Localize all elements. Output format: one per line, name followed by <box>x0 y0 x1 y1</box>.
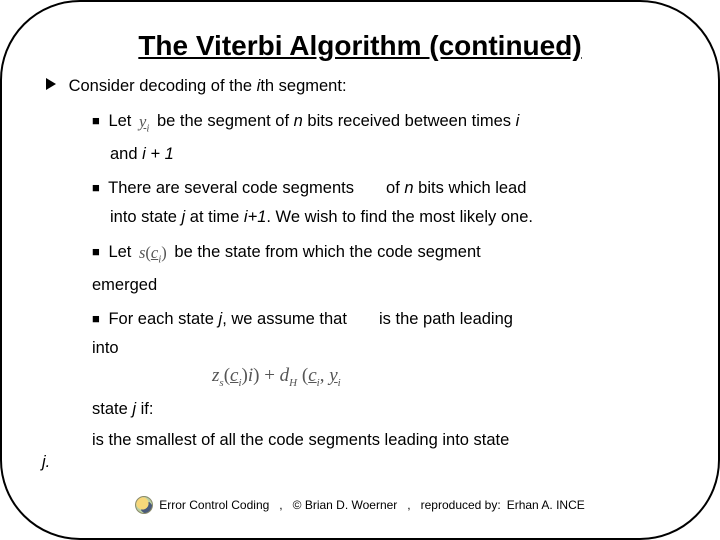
b1-pre: Let <box>108 112 136 130</box>
trailing-j: j. <box>42 452 674 473</box>
footer: Error Control Coding , © Brian D. Woerne… <box>2 496 718 514</box>
statej-pre: state <box>92 400 132 418</box>
footer-sep: , <box>407 498 410 512</box>
footer-b: © Brian D. Woerner <box>293 498 398 512</box>
b2-n: n <box>404 179 413 197</box>
last-pre: is the smallest of all the code segments… <box>92 431 509 449</box>
equation: zs(ci)i) + dH (ci, yi <box>212 364 674 391</box>
b2-post: bits which lead <box>414 179 527 197</box>
footer-c-name: Erhan A. INCE <box>507 498 585 512</box>
slide-title: The Viterbi Algorithm (continued) <box>46 30 674 62</box>
bullet-4: ■ For each state j, we assume that is th… <box>92 309 674 358</box>
b2-cont-pre: into state <box>110 208 182 226</box>
slide-body: Consider decoding of the ith segment: ■ … <box>46 76 674 473</box>
globe-icon <box>135 496 153 514</box>
b2-at: at time <box>185 208 244 226</box>
b2-cont: into state j at time i+1. We wish to fin… <box>110 207 674 228</box>
b1-n: n <box>294 112 303 130</box>
b1-symbol: yi <box>136 112 152 136</box>
b1-i: i <box>516 112 520 130</box>
square-bullet-icon: ■ <box>92 180 100 195</box>
footer-c-pre: reproduced by: <box>421 498 501 512</box>
b2-rest: . We wish to find the most likely one. <box>266 208 533 226</box>
state-j-line: state j if: <box>92 399 674 420</box>
square-bullet-icon: ■ <box>92 113 100 128</box>
lead-pre: Consider decoding of the <box>69 77 257 95</box>
square-bullet-icon: ■ <box>92 311 100 326</box>
b1-post: bits received between times <box>303 112 516 130</box>
footer-sep: , <box>279 498 282 512</box>
b2-ip1: i+1 <box>244 208 266 226</box>
slide-frame: The Viterbi Algorithm (continued) Consid… <box>0 0 720 540</box>
b3-emerged: emerged <box>92 275 674 296</box>
b2-pre: There are several code segments <box>108 179 354 197</box>
footer-a: Error Control Coding <box>159 498 269 512</box>
statej-post: if: <box>136 400 153 418</box>
b1-mid: be the segment of <box>157 112 294 130</box>
bullet-1: ■ Let yi be the segment of n bits receiv… <box>92 111 674 165</box>
b3-pre: Let <box>108 243 136 261</box>
b4-post: is the path leading <box>379 310 513 328</box>
b4-mid: , we assume that <box>222 310 351 328</box>
lead-post: th segment: <box>260 77 346 95</box>
b1-cont-expr: i + 1 <box>142 145 174 163</box>
triangle-bullet-icon <box>46 78 56 90</box>
b1-cont-pre: and <box>110 145 142 163</box>
bullet-2: ■ There are several code segments of n b… <box>92 178 674 227</box>
bullet-3: ■ Let s(ci) be the state from which the … <box>92 242 674 296</box>
lead-line: Consider decoding of the ith segment: <box>46 76 674 97</box>
square-bullet-icon: ■ <box>92 244 100 259</box>
b4-pre: For each state <box>108 310 218 328</box>
b3-mid: be the state from which the code segment <box>174 243 480 261</box>
bullet-list: ■ Let yi be the segment of n bits receiv… <box>92 111 674 451</box>
b1-cont: and i + 1 <box>110 144 674 165</box>
b4-into: into <box>92 338 674 359</box>
b2-mid: of <box>386 179 404 197</box>
b3-symbol: s(ci) <box>136 243 170 267</box>
last-line: is the smallest of all the code segments… <box>92 430 674 451</box>
